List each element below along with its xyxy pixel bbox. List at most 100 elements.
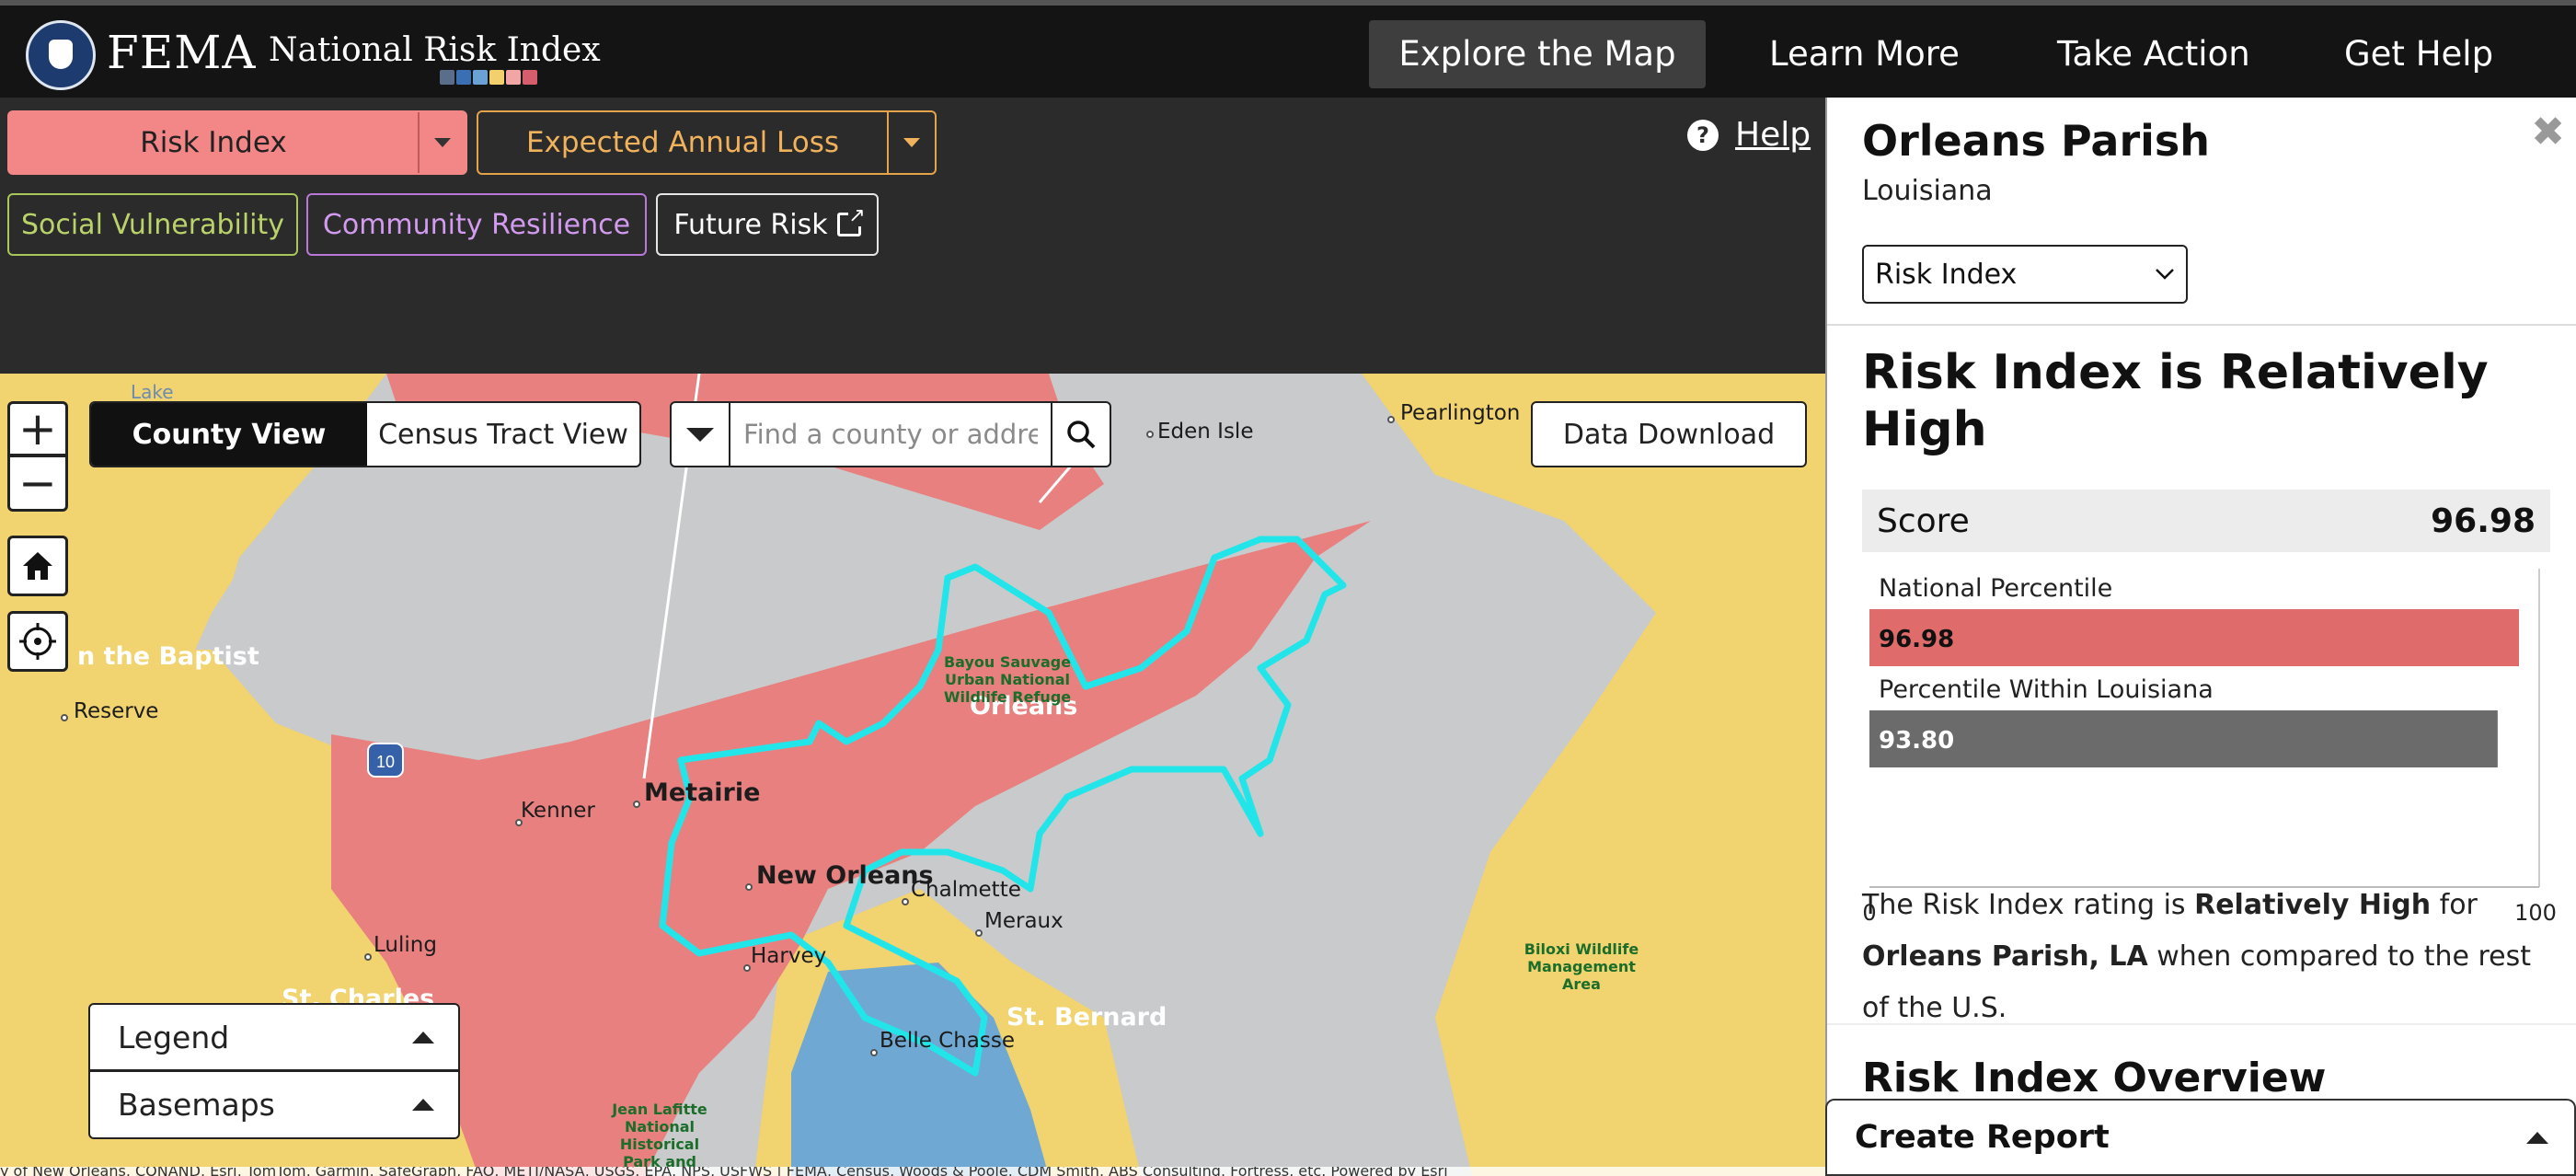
caret-down-icon (434, 138, 451, 147)
map-place-dot (975, 929, 983, 937)
dhs-seal-logo (26, 20, 96, 90)
search-icon (1067, 421, 1096, 449)
chevron-down-icon (2156, 269, 2174, 280)
nav-explore-the-map[interactable]: Explore the Map (1369, 20, 1706, 88)
home-extent-button[interactable] (7, 536, 68, 596)
map-label-harvey: Harvey (751, 944, 827, 968)
map-place-dot (870, 1049, 878, 1056)
top-navigation-bar: FEMA National Risk Index Explore the Map… (0, 0, 2576, 98)
map-label-lake: Lake (131, 381, 174, 403)
map-place-dot (745, 883, 753, 891)
future-risk-label: Future Risk (673, 208, 828, 241)
data-download-button[interactable]: Data Download (1531, 401, 1807, 467)
county-view-button[interactable]: County View (91, 403, 367, 466)
rating-text-rating: Relatively High (2194, 889, 2432, 921)
question-circle-icon: ? (1687, 119, 1719, 151)
risk-index-dropdown-caret[interactable] (418, 112, 466, 173)
location-search[interactable] (670, 401, 1111, 467)
map-label-new-orleans: New Orleans (756, 861, 934, 890)
map-label-kenner: Kenner (521, 799, 595, 823)
legend-toggle[interactable]: Legend (88, 1003, 460, 1071)
score-row: Score 96.98 (1862, 490, 2550, 552)
external-link-icon (836, 206, 866, 236)
map-label-biloxi-wma: Biloxi Wildlife Management Area (1524, 940, 1639, 993)
map-label-belle-chasse: Belle Chasse (880, 1029, 1016, 1053)
rating-text-place: Orleans Parish, LA (1862, 940, 2148, 973)
zoom-in-button[interactable]: + (7, 401, 68, 456)
map-label-jean-lafitte: Jean Lafitte National Historical Park an… (612, 1101, 707, 1176)
bar-category-label-1: Percentile Within Louisiana (1879, 675, 2214, 704)
view-toggle[interactable]: County View Census Tract View (89, 401, 641, 467)
title-swatch-0 (440, 70, 454, 85)
app-title-color-swatches (440, 70, 537, 85)
map-label-st-bernard: St. Bernard (1006, 1003, 1167, 1032)
expected-annual-loss-dropdown[interactable]: Expected Annual Loss (477, 110, 937, 175)
title-swatch-5 (523, 70, 537, 85)
interstate-shield-number: 10 (376, 753, 395, 771)
caret-up-icon (412, 1099, 434, 1111)
future-risk-button[interactable]: Future Risk (656, 193, 879, 256)
county-name: Orleans Parish (1862, 116, 2211, 166)
community-resilience-button[interactable]: Community Resilience (306, 193, 647, 256)
help-link[interactable]: ? Help (1687, 116, 1811, 154)
help-label[interactable]: Help (1735, 116, 1811, 154)
nav-learn-more[interactable]: Learn More (1734, 20, 1995, 88)
map-place-dot (633, 801, 640, 808)
map-place-dot (902, 898, 909, 905)
zoom-out-button[interactable]: − (7, 456, 68, 512)
map-label-chalmette: Chalmette (911, 878, 1021, 902)
map-place-dot (743, 964, 751, 972)
title-swatch-1 (456, 70, 471, 85)
create-report-label: Create Report (1855, 1119, 2110, 1156)
map-label-pearlington: Pearlington (1400, 401, 1521, 425)
risk-index-dropdown-label[interactable]: Risk Index (9, 112, 418, 173)
risk-index-overview-heading: Risk Index Overview (1862, 1055, 2327, 1101)
map-place-dot (1387, 416, 1395, 423)
overview-divider (1827, 1023, 2576, 1025)
rating-text-mid: for (2431, 889, 2478, 921)
rating-headline: Risk Index is Relatively High (1862, 345, 2489, 457)
score-label: Score (1877, 502, 1970, 540)
app-title[interactable]: National Risk Index (269, 31, 601, 69)
rating-text-pre: The Risk Index rating is (1862, 889, 2195, 921)
risk-index-dropdown[interactable]: Risk Index (7, 110, 467, 175)
close-icon[interactable]: ✖ (2531, 112, 2565, 153)
search-source-dropdown[interactable] (672, 403, 730, 466)
panel-metric-select[interactable]: Risk Index (1862, 245, 2188, 304)
percentile-bar-0 (1869, 609, 2520, 666)
title-swatch-3 (489, 70, 504, 85)
map-place-dot (1146, 431, 1154, 438)
census-tract-view-button[interactable]: Census Tract View (367, 403, 639, 466)
legend-label: Legend (118, 1019, 230, 1055)
search-input[interactable] (730, 403, 1051, 466)
basemaps-label: Basemaps (118, 1087, 275, 1123)
expected-annual-loss-label[interactable]: Expected Annual Loss (478, 112, 887, 173)
map-place-dot (61, 714, 68, 721)
search-button[interactable] (1051, 403, 1110, 466)
caret-up-icon (2526, 1131, 2548, 1144)
county-detail-panel: ✖ Orleans Parish Louisiana Risk Index Ri… (1825, 98, 2576, 1176)
create-report-drawer[interactable]: Create Report (1825, 1099, 2576, 1176)
expected-annual-loss-caret[interactable] (887, 112, 935, 173)
map-label-st-john-baptist: n the Baptist (77, 642, 259, 671)
state-name: Louisiana (1862, 175, 1993, 207)
score-value: 96.98 (2431, 502, 2536, 540)
fema-logo-text: FEMA (107, 26, 257, 79)
nav-get-help[interactable]: Get Help (2309, 20, 2528, 88)
bar-value-label-0: 96.98 (1879, 626, 1954, 653)
caret-down-icon (686, 427, 714, 442)
caret-down-icon (903, 138, 920, 147)
social-vulnerability-button[interactable]: Social Vulnerability (7, 193, 298, 256)
plus-icon: + (18, 402, 57, 455)
bar-value-label-1: 93.80 (1879, 727, 1954, 755)
map-label-metairie: Metairie (644, 778, 761, 807)
basemaps-toggle[interactable]: Basemaps (88, 1071, 460, 1139)
chart-bars: National Percentile 96.98 Percentile Withi… (1869, 574, 2520, 767)
rating-description: The Risk Index rating is Relatively High… (1862, 880, 2552, 1034)
map-attribution: y of New Orleans, CONAND, Esri, TomTom, … (0, 1167, 1825, 1176)
map-label-reserve: Reserve (74, 699, 159, 723)
title-swatch-4 (506, 70, 521, 85)
nav-take-action[interactable]: Take Action (2022, 20, 2285, 88)
panel-divider (1827, 324, 2576, 326)
locate-me-button[interactable] (7, 611, 68, 672)
